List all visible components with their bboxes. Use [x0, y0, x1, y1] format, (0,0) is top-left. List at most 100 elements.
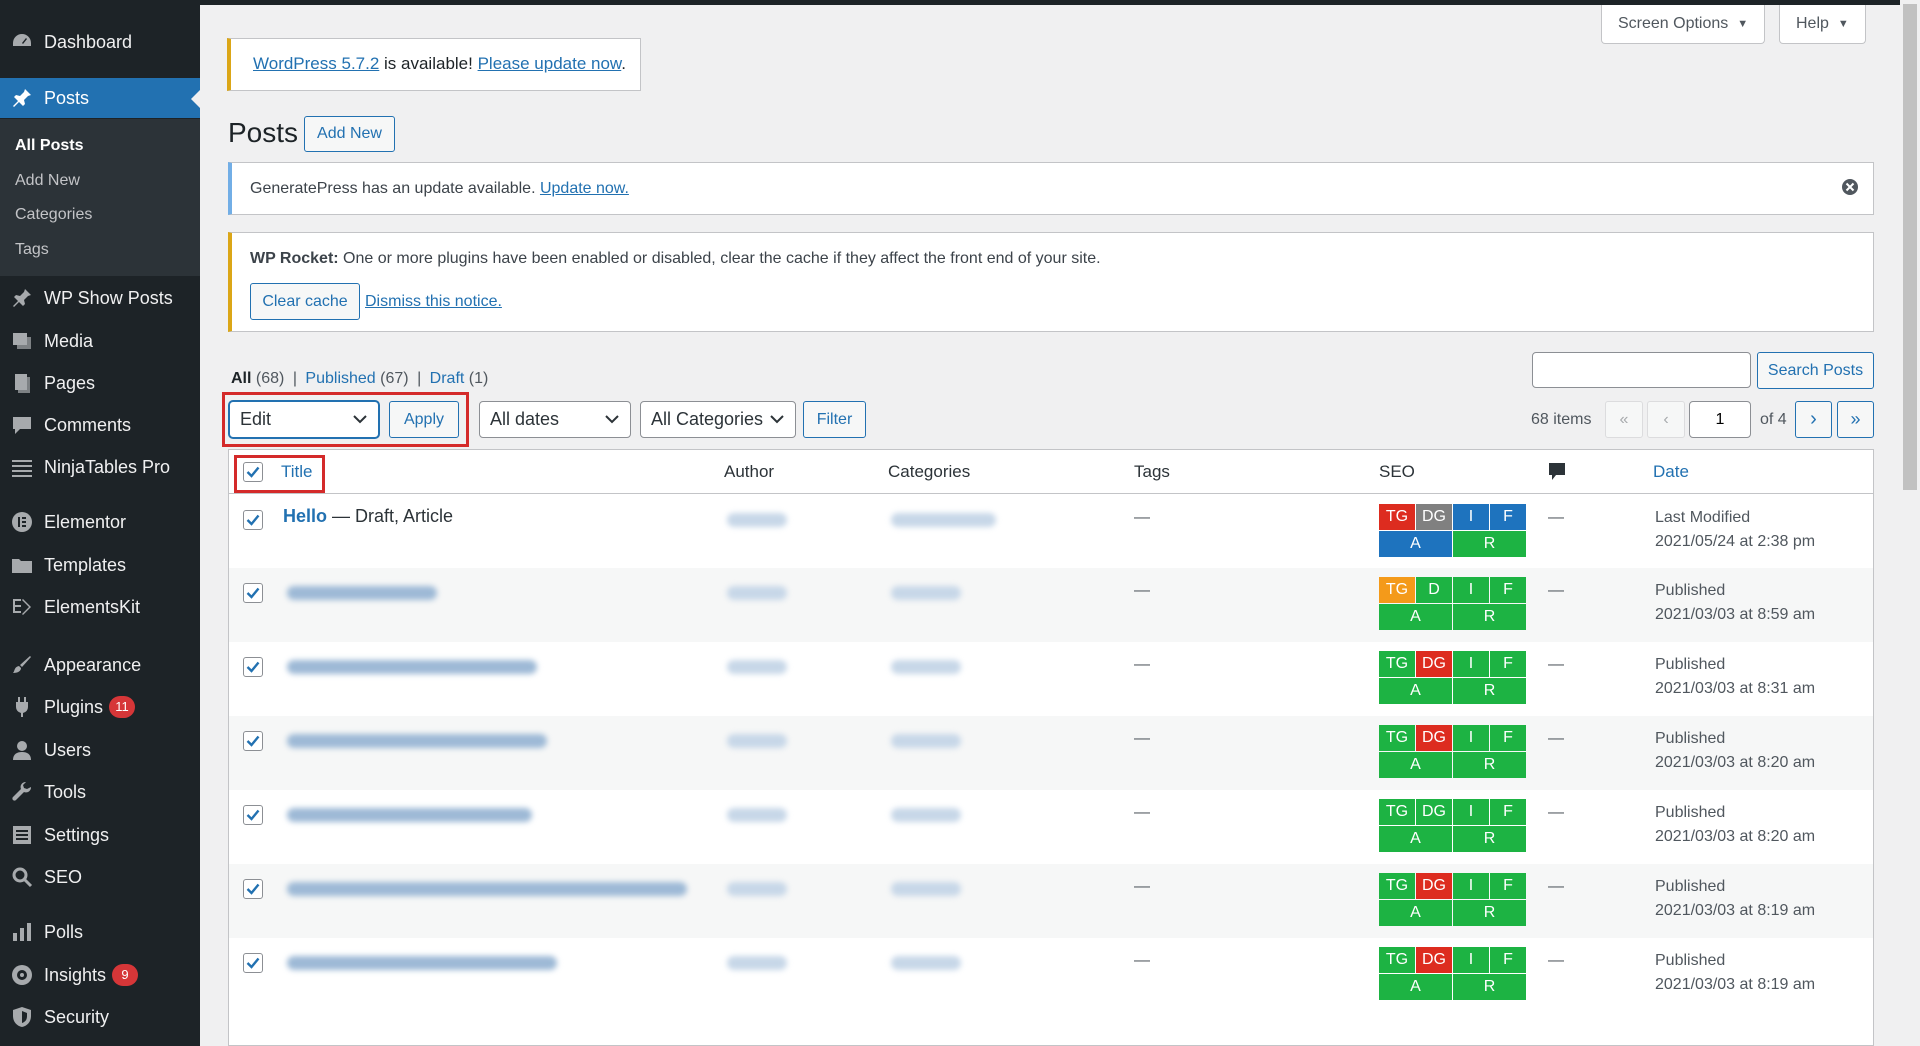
author-link[interactable]	[727, 586, 787, 600]
submenu-add-new[interactable]: Add New	[15, 172, 80, 190]
post-title-link[interactable]	[287, 956, 557, 970]
category-filter-select[interactable]: All Categories	[640, 401, 796, 438]
menu-item-dashboard[interactable]: Dashboard	[0, 22, 200, 62]
seo-badge[interactable]: R	[1453, 604, 1526, 630]
seo-badge[interactable]: F	[1490, 504, 1526, 530]
author-link[interactable]	[727, 660, 787, 674]
filter-draft-link[interactable]: Draft	[430, 370, 465, 387]
seo-badge[interactable]: F	[1490, 577, 1526, 603]
category-link[interactable]	[891, 586, 961, 600]
row-checkbox[interactable]	[243, 510, 263, 530]
filter-button[interactable]: Filter	[803, 401, 866, 438]
author-link[interactable]	[727, 956, 787, 970]
seo-badge[interactable]: F	[1490, 947, 1526, 973]
category-link[interactable]	[891, 956, 961, 970]
category-link[interactable]	[891, 660, 961, 674]
menu-item-plugins[interactable]: Plugins 11	[0, 687, 200, 727]
submenu-all-posts[interactable]: All Posts	[15, 137, 83, 155]
author-link[interactable]	[727, 808, 787, 822]
submenu-tags[interactable]: Tags	[15, 241, 49, 259]
seo-badge[interactable]: I	[1453, 577, 1489, 603]
seo-badge[interactable]: TG	[1379, 504, 1415, 530]
category-link[interactable]	[891, 808, 961, 822]
seo-badge[interactable]: A	[1379, 752, 1452, 778]
select-all-checkbox[interactable]	[243, 462, 263, 482]
wordpress-version-link[interactable]: WordPress 5.7.2	[253, 54, 379, 73]
menu-item-templates[interactable]: Templates	[0, 545, 200, 585]
apply-button[interactable]: Apply	[389, 401, 459, 438]
menu-item-comments[interactable]: Comments	[0, 405, 200, 445]
seo-badge[interactable]: I	[1453, 873, 1489, 899]
seo-badge[interactable]: I	[1453, 725, 1489, 751]
post-title-link[interactable]: Hello	[283, 506, 327, 526]
column-title[interactable]: Title	[281, 462, 313, 482]
seo-badge[interactable]: A	[1379, 531, 1452, 557]
seo-badge[interactable]: A	[1379, 900, 1452, 926]
clear-cache-button[interactable]: Clear cache	[250, 283, 360, 320]
menu-item-polls[interactable]: Polls	[0, 912, 200, 952]
menu-item-security[interactable]: Security	[0, 997, 200, 1037]
seo-badge[interactable]: R	[1453, 974, 1526, 1000]
post-title-link[interactable]	[287, 660, 537, 674]
seo-badge[interactable]: R	[1453, 826, 1526, 852]
menu-item-posts[interactable]: Posts	[0, 78, 200, 118]
seo-badge[interactable]: R	[1453, 678, 1526, 704]
screen-options-button[interactable]: Screen Options ▼	[1601, 5, 1766, 44]
seo-badge[interactable]: DG	[1416, 873, 1452, 899]
seo-badge[interactable]: I	[1453, 651, 1489, 677]
seo-badge[interactable]: A	[1379, 826, 1452, 852]
dismiss-notice-link[interactable]: Dismiss this notice.	[365, 293, 502, 311]
seo-badge[interactable]: TG	[1379, 947, 1415, 973]
dismiss-notice-icon[interactable]	[1841, 178, 1859, 196]
generatepress-update-link[interactable]: Update now.	[540, 180, 629, 197]
category-link[interactable]	[891, 882, 961, 896]
menu-item-tools[interactable]: Tools	[0, 772, 200, 812]
seo-badge[interactable]: DG	[1416, 651, 1452, 677]
submenu-categories[interactable]: Categories	[15, 206, 92, 224]
next-page-button[interactable]: ›	[1795, 401, 1832, 438]
seo-badge[interactable]: TG	[1379, 651, 1415, 677]
seo-badge[interactable]: F	[1490, 799, 1526, 825]
seo-badge[interactable]: A	[1379, 678, 1452, 704]
post-title-link[interactable]	[287, 586, 437, 600]
filter-published-link[interactable]: Published	[305, 370, 375, 387]
seo-badge[interactable]: TG	[1379, 577, 1415, 603]
seo-badge[interactable]: F	[1490, 725, 1526, 751]
seo-badge[interactable]: DG	[1416, 725, 1452, 751]
seo-badge[interactable]: TG	[1379, 873, 1415, 899]
filter-all-link[interactable]: All	[231, 370, 251, 387]
add-new-post-button[interactable]: Add New	[304, 116, 395, 152]
author-link[interactable]	[727, 513, 787, 527]
row-checkbox[interactable]	[243, 805, 263, 825]
post-title-link[interactable]	[287, 734, 547, 748]
menu-item-seo[interactable]: SEO	[0, 857, 200, 897]
search-posts-button[interactable]: Search Posts	[1757, 352, 1874, 389]
menu-item-insights[interactable]: Insights 9	[0, 955, 200, 995]
please-update-link[interactable]: Please update now	[478, 54, 622, 73]
author-link[interactable]	[727, 882, 787, 896]
seo-badge[interactable]: F	[1490, 651, 1526, 677]
menu-item-pages[interactable]: Pages	[0, 363, 200, 403]
menu-item-media[interactable]: Media	[0, 321, 200, 361]
seo-badge[interactable]: I	[1453, 504, 1489, 530]
seo-badge[interactable]: F	[1490, 873, 1526, 899]
last-page-button[interactable]: »	[1837, 401, 1874, 438]
row-checkbox[interactable]	[243, 583, 263, 603]
category-link[interactable]	[891, 513, 996, 527]
row-checkbox[interactable]	[243, 879, 263, 899]
seo-badge[interactable]: R	[1453, 900, 1526, 926]
seo-badge[interactable]: TG	[1379, 799, 1415, 825]
menu-item-settings[interactable]: Settings	[0, 815, 200, 855]
post-title-link[interactable]	[287, 808, 532, 822]
menu-item-ninjatables-pro[interactable]: NinjaTables Pro	[0, 447, 200, 487]
column-date[interactable]: Date	[1653, 462, 1689, 482]
seo-badge[interactable]: I	[1453, 947, 1489, 973]
row-checkbox[interactable]	[243, 953, 263, 973]
post-title-link[interactable]	[287, 882, 687, 896]
row-checkbox[interactable]	[243, 731, 263, 751]
seo-badge[interactable]: DG	[1416, 504, 1452, 530]
current-page-input[interactable]	[1689, 401, 1751, 438]
category-link[interactable]	[891, 734, 961, 748]
author-link[interactable]	[727, 734, 787, 748]
seo-badge[interactable]: I	[1453, 799, 1489, 825]
